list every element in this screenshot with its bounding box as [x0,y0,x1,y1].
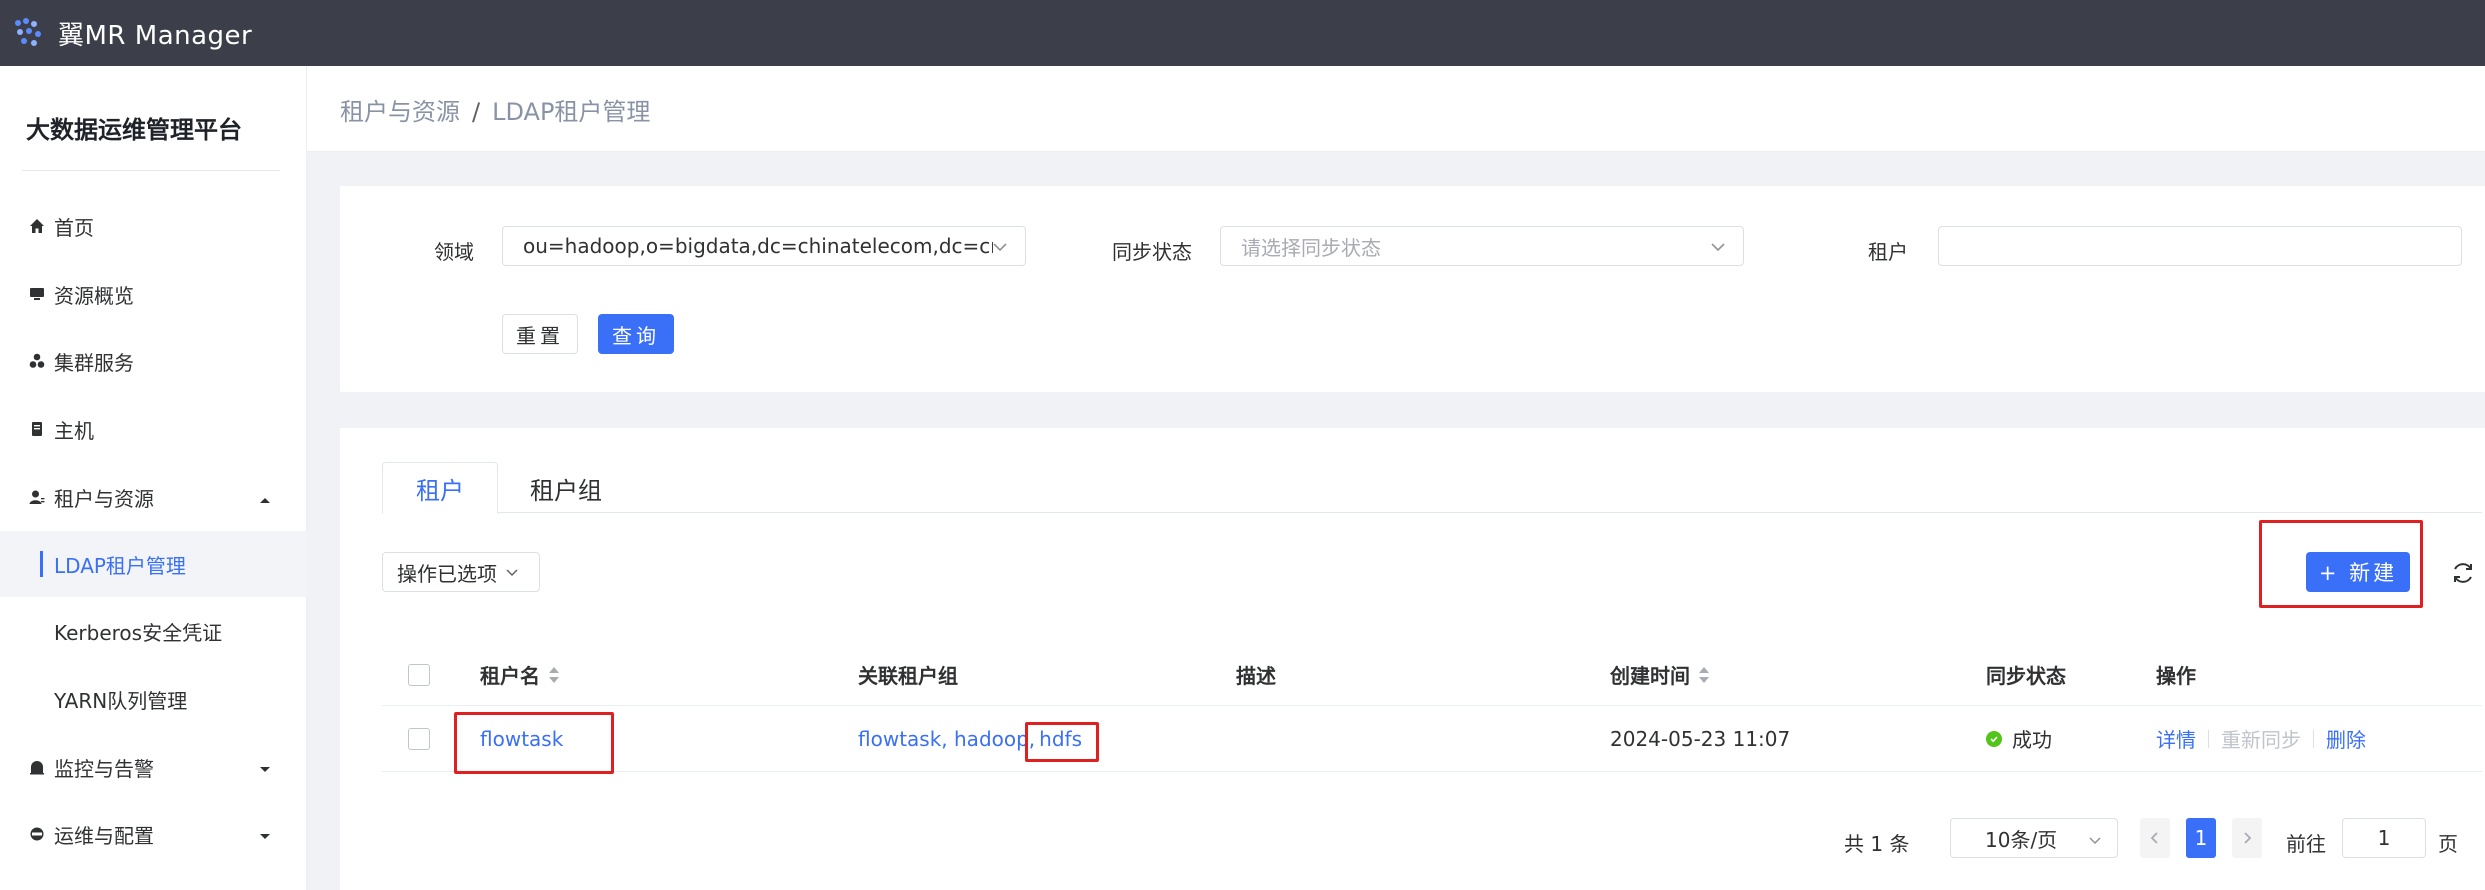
tenant-input[interactable] [1938,226,2462,266]
sidebar-item-monitor-alarm[interactable]: 监控与告警 [0,734,307,800]
tab-tenant-group[interactable]: 租户组 [508,462,624,514]
column-header-sync-status: 同步状态 [1986,664,2066,688]
chevron-down-icon [505,560,519,584]
tabs-divider [382,512,2482,513]
logo-icon [8,13,48,53]
sync-status-label: 同步状态 [1112,240,1192,264]
sidebar-item-label: 运维与配置 [54,823,154,848]
filter-panel: 领域 ou=hadoop,o=bigdata,dc=chinatelecom,d… [340,186,2485,392]
sidebar: 大数据运维管理平台 首页 资源概览 集群服务 主机 租户与资源 LDAP租户管理… [0,66,307,890]
user-icon [28,488,46,506]
bulk-action-label: 操作已选项 [397,561,497,586]
sidebar-item-label: 监控与告警 [54,756,154,781]
success-check-icon [1986,730,2002,747]
sidebar-item-label: 集群服务 [54,350,134,375]
sidebar-item-label: 资源概览 [54,283,134,308]
tenant-label: 租户 [1868,240,1908,264]
created-time-cell: 2024-05-23 11:07 [1610,726,1791,751]
top-bar: 翼MR Manager [0,0,2485,66]
breadcrumb-current: LDAP租户管理 [492,98,651,126]
detail-link[interactable]: 详情 [2156,724,2196,753]
column-header-tenant-group: 关联租户组 [858,664,958,688]
sidebar-item-kerberos[interactable]: Kerberos安全凭证 [0,598,307,664]
delete-link[interactable]: 删除 [2326,724,2366,753]
sync-status-placeholder: 请选择同步状态 [1241,235,1381,260]
chevron-down-icon [2087,829,2103,853]
sync-status-select[interactable]: 请选择同步状态 [1220,226,1744,266]
goto-label: 前往 [2286,832,2326,856]
goto-page-input[interactable]: 1 [2342,818,2426,858]
sidebar-item-label: 主机 [54,418,94,443]
sidebar-item-host[interactable]: 主机 [0,396,307,462]
column-header-description: 描述 [1236,664,1276,688]
breadcrumb-separator: / [472,98,481,126]
sort-icon[interactable] [1698,666,1710,684]
chevron-down-icon [259,822,271,846]
chevron-down-icon [1709,237,1727,261]
next-page-button[interactable] [2232,818,2262,858]
table-row: flowtask flowtask, hadoop, hdfs 2024-05-2… [382,706,2482,772]
sidebar-item-cluster-service[interactable]: 集群服务 [0,328,307,394]
tenant-table-panel: 租户 租户组 操作已选项 + 新建 租户名 关联租户组 描述 创建时间 同步状态… [340,428,2485,890]
highlight-box-new [2259,520,2423,608]
resync-link[interactable]: 重新同步 [2221,724,2301,753]
highlight-box-hdfs [1025,722,1099,762]
action-divider [2208,729,2209,748]
sidebar-item-label: 租户与资源 [54,486,154,511]
platform-title: 大数据运维管理平台 [26,116,242,144]
sidebar-item-ldap-tenant[interactable]: LDAP租户管理 [0,531,307,597]
page-size-select[interactable]: 10条/页 [1950,818,2118,858]
sidebar-item-label: 首页 [54,215,94,240]
prev-page-button[interactable] [2140,818,2170,858]
page-unit-label: 页 [2438,832,2458,856]
page-1-button[interactable]: 1 [2186,818,2216,858]
tenant-group-list: flowtask, hadoop, [858,726,1036,751]
sidebar-item-label: YARN队列管理 [54,688,188,713]
table-header: 租户名 关联租户组 描述 创建时间 同步状态 操作 [382,644,2482,706]
pager-total: 共 1 条 [1844,832,1910,856]
highlight-box-tenant-name [454,712,614,774]
sidebar-item-tenant-resource[interactable]: 租户与资源 [0,464,307,530]
sidebar-divider [22,170,280,171]
query-button[interactable]: 查询 [598,314,674,354]
sync-status-cell: 成功 [1986,706,2052,771]
chevron-down-icon [259,755,271,779]
column-header-created-time[interactable]: 创建时间 [1610,644,1710,705]
sidebar-item-label: LDAP租户管理 [54,553,186,578]
sidebar-item-resource-overview[interactable]: 资源概览 [0,261,307,327]
home-icon [28,217,46,235]
page-size-value: 10条/页 [1985,827,2058,852]
reset-button[interactable]: 重置 [502,314,578,354]
chevron-down-icon [991,237,1009,261]
domain-label: 领域 [434,240,474,264]
column-header-actions: 操作 [2156,664,2196,688]
domain-value: ou=hadoop,o=bigdata,dc=chinatelecom,dc=c… [523,234,993,258]
action-divider [2313,729,2314,748]
sidebar-item-label: Kerberos安全凭证 [54,620,223,645]
refresh-icon[interactable] [2450,560,2476,590]
select-all-checkbox[interactable] [408,644,430,705]
cluster-icon [28,352,46,370]
monitor-icon [28,285,46,303]
domain-select[interactable]: ou=hadoop,o=bigdata,dc=chinatelecom,dc=c… [502,226,1026,266]
active-indicator [40,551,43,577]
sidebar-item-ops-config[interactable]: 运维与配置 [0,801,307,867]
actions-cell: 详情 重新同步 删除 [2156,706,2366,771]
breadcrumb-parent[interactable]: 租户与资源 [340,98,460,126]
breadcrumb: 租户与资源 / LDAP租户管理 [340,92,650,127]
app-title: 翼MR Manager [58,20,253,51]
ops-icon [28,825,46,843]
row-checkbox[interactable] [408,706,430,771]
sidebar-item-yarn-queue[interactable]: YARN队列管理 [0,666,307,732]
sidebar-item-home[interactable]: 首页 [0,193,307,259]
tab-tenant[interactable]: 租户 [382,462,498,514]
column-header-tenant-name[interactable]: 租户名 [480,644,560,705]
bulk-action-select[interactable]: 操作已选项 [382,552,540,592]
alarm-icon [28,758,46,776]
sort-icon[interactable] [548,666,560,684]
server-icon [28,420,46,438]
sync-status-text: 成功 [2012,728,2052,752]
chevron-up-icon [259,485,271,509]
